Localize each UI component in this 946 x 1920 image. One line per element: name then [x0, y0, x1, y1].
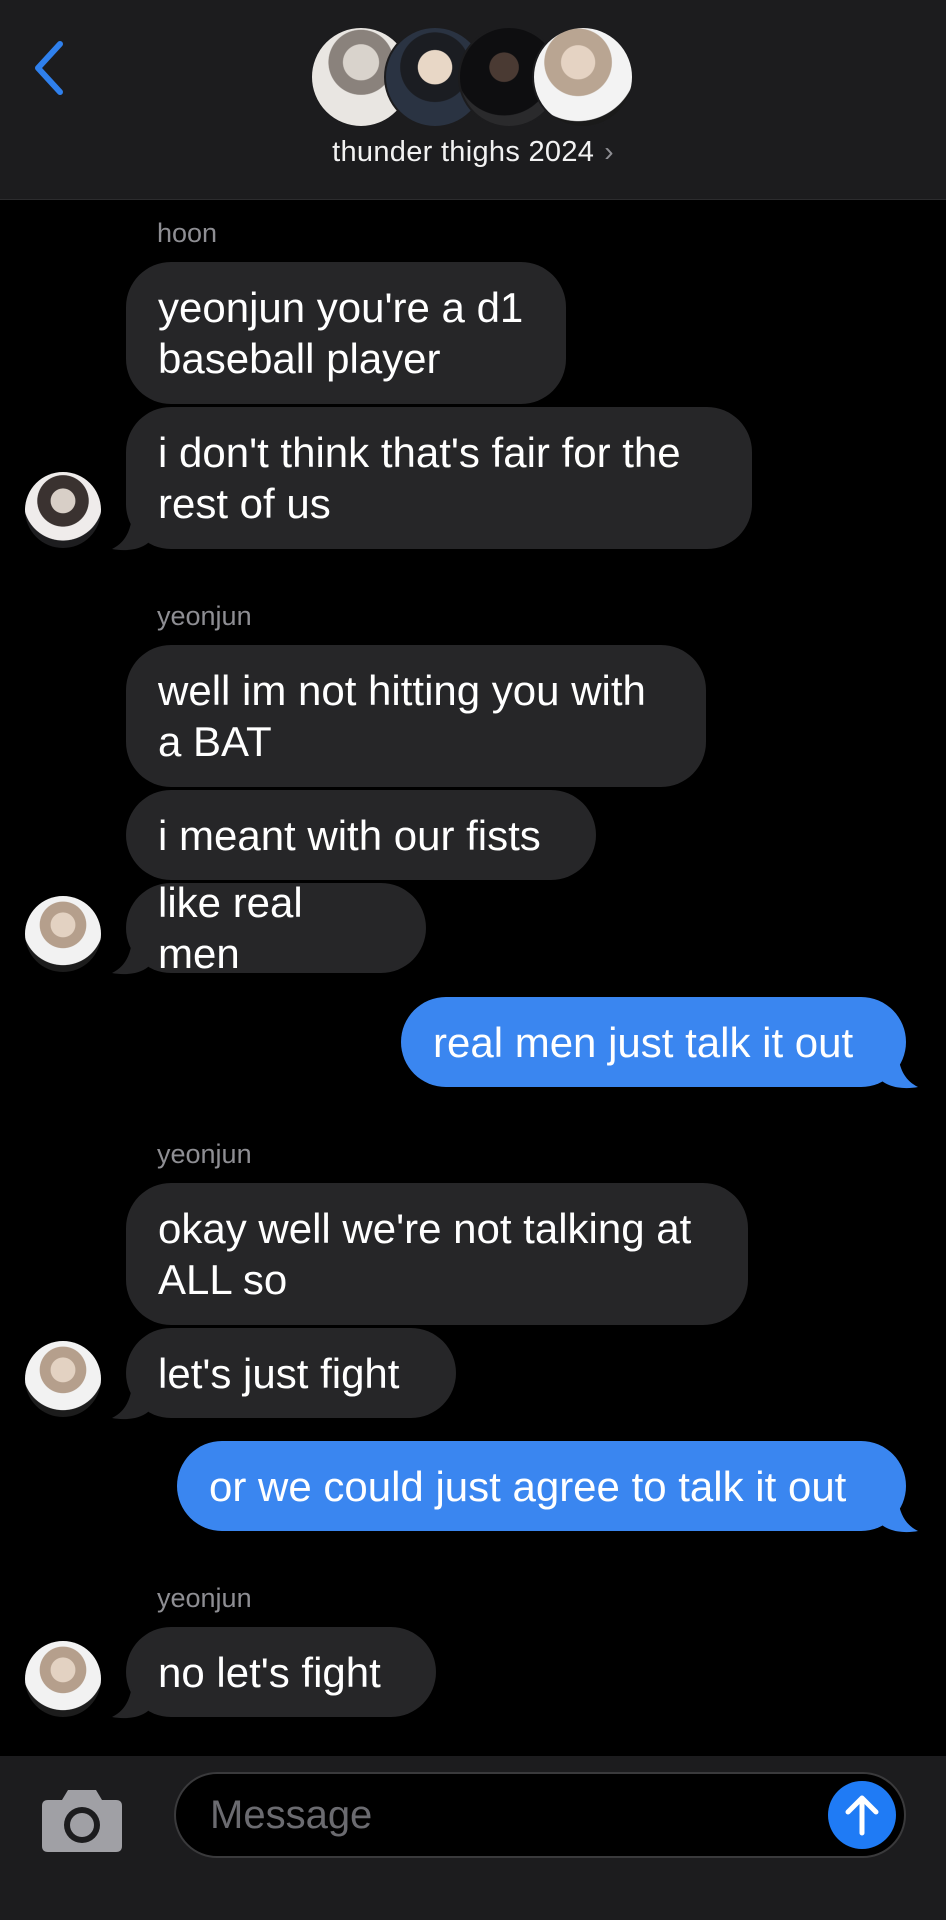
sender-name: yeonjun	[157, 1139, 252, 1169]
arrow-up-icon	[845, 1795, 879, 1836]
bubble-tail	[112, 941, 148, 975]
message-bubble[interactable]: like real men	[126, 879, 426, 977]
sender-name: yeonjun	[157, 1583, 252, 1613]
message-bubble[interactable]: let's just fight	[126, 1328, 456, 1418]
message-bubble-sent[interactable]: or we could just agree to talk it out	[177, 1441, 906, 1531]
chevron-left-icon	[35, 41, 63, 95]
chevron-right-icon: ›	[604, 136, 614, 167]
message-bubble[interactable]: yeonjun you're a d1 baseball player	[126, 262, 566, 404]
message-bubble[interactable]: i don't think that's fair for the rest o…	[126, 407, 752, 549]
bubble-tail	[112, 517, 148, 551]
composer-bar	[0, 1756, 946, 1920]
sender-name: hoon	[157, 218, 218, 248]
group-avatars[interactable]	[310, 26, 636, 128]
bubble-tail	[112, 1685, 148, 1719]
member-avatar-4	[532, 26, 634, 128]
avatar-hoon[interactable]	[25, 472, 101, 548]
back-button[interactable]	[22, 30, 78, 106]
conversation-header: thunder thighs 2024 ›	[0, 0, 946, 200]
avatar-yeonjun[interactable]	[25, 896, 101, 972]
message-bubble[interactable]: i meant with our fists	[126, 790, 596, 880]
message-bubble[interactable]: okay well we're not talking at ALL so	[126, 1183, 748, 1325]
sender-name: yeonjun	[157, 601, 252, 631]
message-bubble[interactable]: no let's fight	[126, 1627, 436, 1717]
camera-button[interactable]	[40, 1784, 124, 1854]
send-button[interactable]	[828, 1781, 896, 1849]
bubble-tail	[882, 1055, 918, 1089]
camera-icon	[42, 1790, 122, 1852]
group-name: thunder thighs 2024	[332, 136, 595, 168]
bubble-tail	[112, 1386, 148, 1420]
group-name-link[interactable]: thunder thighs 2024 ›	[0, 136, 946, 169]
avatar-yeonjun[interactable]	[25, 1641, 101, 1717]
message-bubble[interactable]: well im not hitting you with a BAT	[126, 645, 706, 787]
bubble-tail	[882, 1499, 918, 1533]
message-input[interactable]	[210, 1774, 790, 1856]
avatar-yeonjun[interactable]	[25, 1341, 101, 1417]
message-field[interactable]	[174, 1772, 906, 1858]
message-bubble-sent[interactable]: real men just talk it out	[401, 997, 906, 1087]
